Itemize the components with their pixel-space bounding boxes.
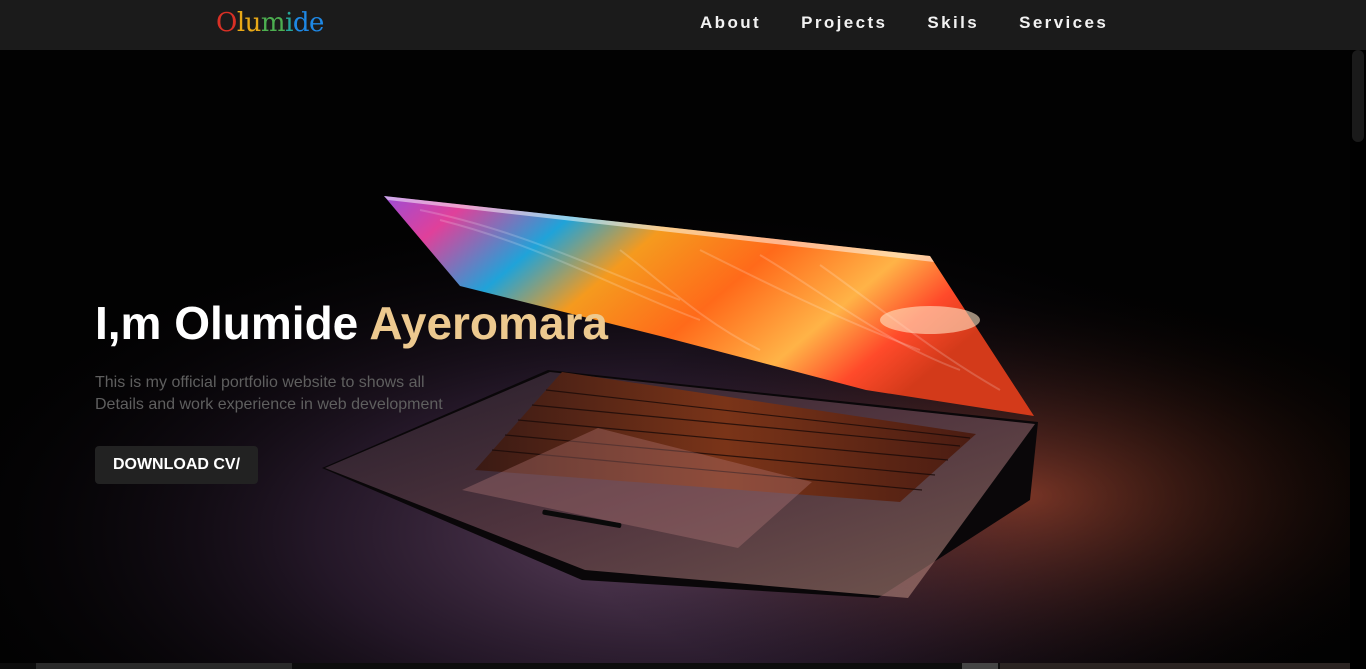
nav-links: About Projects Skils Services bbox=[700, 13, 1148, 33]
logo-letter: l bbox=[236, 8, 245, 38]
navbar: Olumide About Projects Skils Services bbox=[0, 0, 1366, 50]
nav-link-about[interactable]: About bbox=[700, 13, 761, 33]
hero-subtitle: This is my official portfolio website to… bbox=[95, 374, 443, 413]
logo-letter: e bbox=[309, 8, 324, 38]
laptop-hero-image bbox=[0, 50, 1366, 669]
download-cv-button[interactable]: DOWNLOAD CV/ bbox=[95, 446, 258, 484]
hero-title: I,m Olumide Ayeromara bbox=[95, 296, 608, 350]
logo-letter: O bbox=[216, 8, 237, 38]
logo-letter: u bbox=[244, 8, 262, 38]
page-scrollbar[interactable] bbox=[1350, 50, 1366, 669]
hero-title-prefix: I,m Olumide bbox=[95, 297, 370, 349]
next-section-peek bbox=[0, 663, 1350, 669]
nav-link-services[interactable]: Services bbox=[1019, 13, 1108, 33]
hero-section: I,m Olumide Ayeromara This is my officia… bbox=[0, 50, 1366, 669]
site-logo[interactable]: Olumide bbox=[216, 8, 324, 38]
nav-link-projects[interactable]: Projects bbox=[801, 13, 887, 33]
hero-title-accent: Ayeromara bbox=[369, 297, 608, 349]
logo-letter: d bbox=[292, 8, 310, 38]
scrollbar-thumb[interactable] bbox=[1352, 50, 1364, 142]
next-section-block bbox=[1000, 663, 1350, 669]
logo-letter: m bbox=[260, 8, 286, 38]
next-section-block bbox=[36, 663, 292, 669]
next-section-block bbox=[962, 663, 998, 669]
logo-letter: i bbox=[285, 8, 293, 38]
nav-link-skills[interactable]: Skils bbox=[927, 13, 979, 33]
